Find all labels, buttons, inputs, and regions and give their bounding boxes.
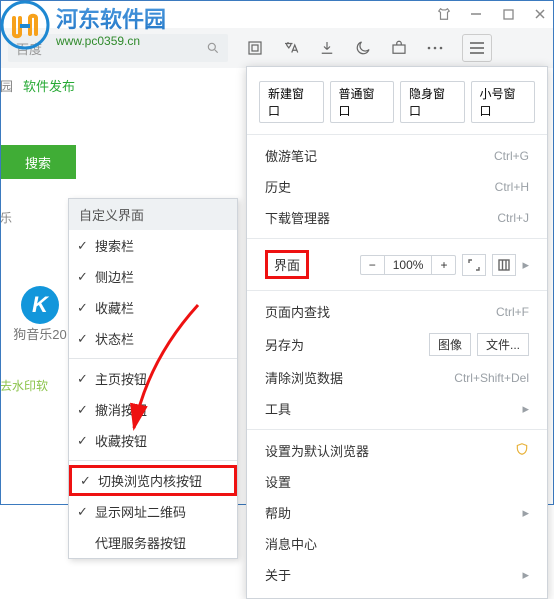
submenu-item-switch-core[interactable]: 切换浏览内核按钮 <box>69 465 237 496</box>
menu-messages[interactable]: 消息中心 <box>247 528 547 559</box>
submenu-item-favbar[interactable]: 收藏栏 <box>69 292 237 323</box>
zoom-group: − 100% + <box>360 255 457 275</box>
menu-clear[interactable]: 清除浏览数据Ctrl+Shift+Del <box>247 362 547 393</box>
logo-url: www.pc0359.cn <box>56 34 166 48</box>
submenu-separator <box>69 460 237 461</box>
breadcrumb: 园 软件发布 <box>0 70 80 101</box>
site-watermark: 河东软件园 www.pc0359.cn <box>0 0 166 50</box>
menu-separator <box>247 290 547 291</box>
menu-default[interactable]: 设置为默认浏览器 <box>247 435 547 466</box>
menu-find[interactable]: 页面内查找Ctrl+F <box>247 296 547 327</box>
chevron-right-icon: ▸ <box>522 401 529 417</box>
menu-button[interactable] <box>462 34 492 62</box>
zoom-out-button[interactable]: − <box>361 256 385 274</box>
ui-expand-icon[interactable]: ▸ <box>522 257 529 273</box>
incognito-window-button[interactable]: 隐身窗口 <box>400 81 465 123</box>
submenu-item-proxy[interactable]: 代理服务器按钮 <box>69 527 237 558</box>
new-window-button[interactable]: 新建窗口 <box>259 81 324 123</box>
maximize-icon[interactable] <box>500 6 516 22</box>
search-icon[interactable] <box>206 41 220 55</box>
menu-separator <box>247 134 547 135</box>
kugou-label: 狗音乐20 <box>13 324 66 343</box>
screenshot-icon[interactable] <box>246 39 264 57</box>
menu-downloads[interactable]: 下载管理器Ctrl+J <box>247 202 547 233</box>
submenu-item-fav[interactable]: 收藏按钮 <box>69 425 237 456</box>
submenu-item-sidebar[interactable]: 侧边栏 <box>69 261 237 292</box>
minimize-icon[interactable] <box>468 6 484 22</box>
small-window-button[interactable]: 小号窗口 <box>471 81 536 123</box>
zoom-in-button[interactable]: + <box>432 256 455 274</box>
menu-history[interactable]: 历史Ctrl+H <box>247 171 547 202</box>
close-icon[interactable] <box>532 6 548 22</box>
menu-saveas[interactable]: 另存为 图像 文件... <box>247 327 547 362</box>
kugou-icon: K <box>21 286 59 324</box>
logo-icon <box>0 0 50 50</box>
save-image-button[interactable]: 图像 <box>429 333 471 356</box>
submenu-title: 自定义界面 <box>69 199 237 230</box>
normal-window-button[interactable]: 普通窗口 <box>330 81 395 123</box>
submenu-item-statusbar[interactable]: 状态栏 <box>69 323 237 354</box>
download-icon[interactable] <box>318 39 336 57</box>
menu-help[interactable]: 帮助▸ <box>247 497 547 528</box>
menu-note[interactable]: 傲游笔记Ctrl+G <box>247 140 547 171</box>
split-button[interactable] <box>492 254 516 276</box>
skin-icon[interactable] <box>436 6 452 22</box>
menu-separator <box>247 238 547 239</box>
submenu-item-undo[interactable]: 撤消按钮 <box>69 394 237 425</box>
menu-tools[interactable]: 工具▸ <box>247 393 547 424</box>
menu-settings[interactable]: 设置 <box>247 466 547 497</box>
nightmode-icon[interactable] <box>354 39 372 57</box>
zoom-value: 100% <box>385 256 433 274</box>
more-icon[interactable] <box>426 45 444 51</box>
chevron-right-icon: ▸ <box>522 505 529 521</box>
main-menu: 新建窗口 普通窗口 隐身窗口 小号窗口 傲游笔记Ctrl+G 历史Ctrl+H … <box>246 66 548 599</box>
shield-icon <box>515 442 529 459</box>
fullscreen-button[interactable] <box>462 254 486 276</box>
translate-icon[interactable] <box>282 39 300 57</box>
logo-text: 河东软件园 <box>56 2 166 34</box>
submenu-item-home[interactable]: 主页按钮 <box>69 363 237 394</box>
menu-separator <box>247 429 547 430</box>
submenu-separator <box>69 358 237 359</box>
breadcrumb-b[interactable]: 软件发布 <box>23 76 75 95</box>
breadcrumb-a[interactable]: 园 <box>0 76 13 95</box>
toolbox-icon[interactable] <box>390 39 408 57</box>
search-button[interactable]: 搜索 <box>0 145 76 179</box>
menu-about[interactable]: 关于▸ <box>247 559 547 590</box>
save-file-button[interactable]: 文件... <box>477 333 529 356</box>
submenu-item-qrcode[interactable]: 显示网址二维码 <box>69 496 237 527</box>
chevron-right-icon: ▸ <box>522 567 529 583</box>
submenu-item-searchbar[interactable]: 搜索栏 <box>69 230 237 261</box>
window-row: 新建窗口 普通窗口 隐身窗口 小号窗口 <box>247 75 547 129</box>
menu-ui[interactable]: 界面 − 100% + ▸ <box>247 244 547 285</box>
